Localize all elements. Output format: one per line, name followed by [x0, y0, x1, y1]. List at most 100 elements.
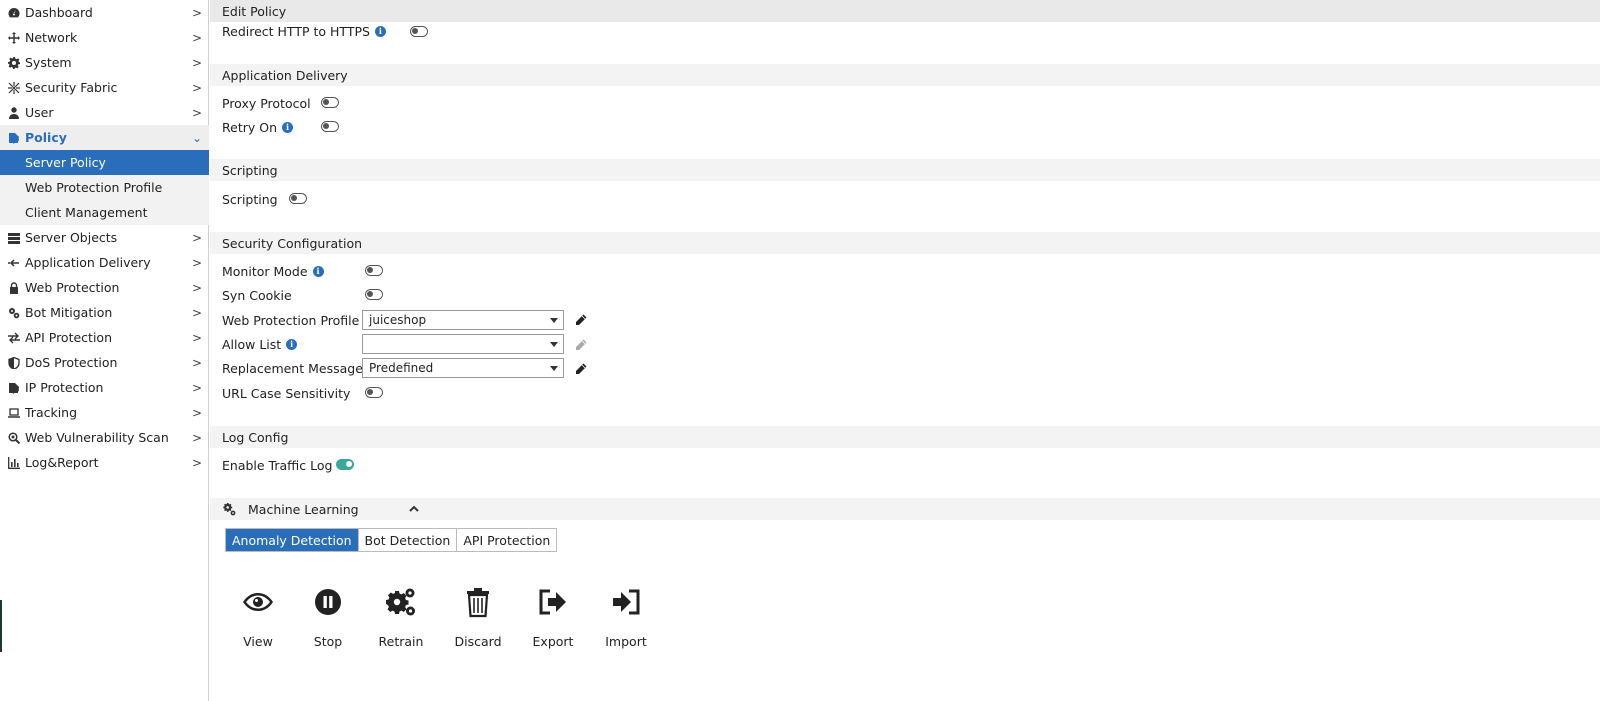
sidebar-item-label: API Protection — [25, 330, 112, 345]
application-delivery-icon — [7, 256, 21, 270]
allow-list-row: Allow List i — [222, 334, 298, 354]
edit-pencil-icon[interactable] — [575, 363, 587, 375]
chevron-right-icon: > — [191, 405, 203, 420]
sidebar-item-web-vulnerability-scan[interactable]: Web Vulnerability Scan > — [0, 425, 209, 450]
gears-icon — [386, 588, 415, 616]
sidebar-item-log-report[interactable]: Log&Report > — [0, 450, 209, 475]
sidebar-item-tracking[interactable]: Tracking > — [0, 400, 209, 425]
sidebar-subitem-client-management[interactable]: Client Management — [0, 200, 209, 225]
view-button[interactable]: View — [228, 586, 288, 652]
chevron-down-icon: ⌄ — [191, 130, 203, 145]
sidebar-item-system[interactable]: System > — [0, 50, 209, 75]
edit-pencil-icon[interactable] — [575, 314, 587, 326]
section-header-log-config: Log Config — [210, 426, 1600, 448]
scan-icon — [7, 431, 21, 445]
allow-list-select[interactable] — [362, 334, 564, 354]
discard-button[interactable]: Discard — [448, 586, 508, 652]
section-title: Scripting — [222, 162, 278, 178]
syn-cookie-toggle[interactable] — [365, 289, 383, 300]
sidebar-item-policy[interactable]: Policy ⌄ — [0, 125, 209, 150]
sidebar-item-label: Application Delivery — [25, 255, 151, 270]
chevron-right-icon: > — [191, 230, 203, 245]
sidebar-item-label: Log&Report — [25, 455, 99, 470]
network-icon — [7, 31, 21, 45]
api-protection-icon — [7, 331, 21, 345]
scripting-toggle[interactable] — [289, 193, 307, 204]
sidebar-item-bot-mitigation[interactable]: Bot Mitigation > — [0, 300, 209, 325]
retry-on-toggle[interactable] — [321, 121, 339, 132]
sidebar-item-dashboard[interactable]: Dashboard > — [0, 0, 209, 25]
select-value: Predefined — [369, 361, 434, 375]
enable-traffic-log-row: Enable Traffic Log — [222, 455, 332, 475]
sidebar-item-label: DoS Protection — [25, 355, 118, 370]
info-icon[interactable]: i — [374, 25, 386, 37]
action-label: Export — [532, 634, 574, 649]
import-icon — [613, 589, 640, 615]
sidebar-item-user[interactable]: User > — [0, 100, 209, 125]
import-button[interactable]: Import — [596, 586, 656, 652]
policy-icon — [7, 131, 21, 145]
ip-protection-icon — [7, 381, 21, 395]
sidebar-item-label: Network — [25, 30, 78, 45]
info-icon[interactable]: i — [312, 265, 324, 277]
sidebar-item-ip-protection[interactable]: IP Protection > — [0, 375, 209, 400]
section-header-security-configuration: Security Configuration — [210, 232, 1600, 254]
url-case-toggle[interactable] — [365, 387, 383, 398]
sidebar-item-application-delivery[interactable]: Application Delivery > — [0, 250, 209, 275]
monitor-mode-row: Monitor Mode i — [222, 261, 324, 281]
section-header-application-delivery: Application Delivery — [210, 64, 1600, 86]
retrain-button[interactable]: Retrain — [371, 586, 431, 652]
sidebar-item-dos-protection[interactable]: DoS Protection > — [0, 350, 209, 375]
syn-cookie-label: Syn Cookie — [222, 287, 292, 303]
replacement-message-select[interactable]: Predefined — [362, 358, 564, 378]
dashboard-icon — [7, 6, 21, 20]
sidebar-item-label: System — [25, 55, 72, 70]
sidebar-item-web-protection[interactable]: Web Protection > — [0, 275, 209, 300]
action-label: View — [243, 634, 273, 649]
info-icon[interactable]: i — [282, 121, 293, 133]
sidebar-item-label: IP Protection — [25, 380, 104, 395]
sidebar-subitem-web-protection-profile[interactable]: Web Protection Profile — [0, 175, 209, 200]
section-title: Security Configuration — [222, 235, 363, 251]
chevron-up-icon[interactable] — [408, 503, 420, 515]
section-header-edit-policy: Edit Policy — [210, 0, 1600, 22]
sidebar-item-security-fabric[interactable]: Security Fabric > — [0, 75, 209, 100]
chevron-right-icon: > — [191, 380, 203, 395]
web-protection-profile-label: Web Protection Profile — [222, 312, 360, 328]
redirect-http-row: Redirect HTTP to HTTPS i — [222, 21, 386, 41]
sidebar-item-network[interactable]: Network > — [0, 25, 209, 50]
tab-anomaly-detection[interactable]: Anomaly Detection — [226, 529, 359, 551]
caret-down-icon — [550, 365, 558, 371]
sidebar-item-api-protection[interactable]: API Protection > — [0, 325, 209, 350]
tab-label: Bot Detection — [364, 532, 451, 548]
url-case-label: URL Case Sensitivity — [222, 385, 351, 401]
tab-api-protection[interactable]: API Protection — [457, 529, 557, 551]
proxy-protocol-toggle[interactable] — [321, 97, 339, 108]
export-icon — [539, 589, 566, 615]
chevron-right-icon: > — [191, 330, 203, 345]
section-header-scripting: Scripting — [210, 159, 1600, 181]
sidebar-subitem-server-policy[interactable]: Server Policy — [0, 150, 209, 175]
chevron-right-icon: > — [191, 355, 203, 370]
redirect-http-toggle[interactable] — [410, 26, 428, 37]
tab-label: Anomaly Detection — [232, 532, 352, 548]
url-case-row: URL Case Sensitivity — [222, 383, 350, 403]
replacement-message-row: Replacement Message — [222, 358, 363, 378]
enable-traffic-log-toggle[interactable] — [336, 459, 354, 470]
chevron-right-icon: > — [191, 5, 203, 20]
chevron-right-icon: > — [191, 80, 203, 95]
sidebar-item-label: Dashboard — [25, 5, 93, 20]
stop-button[interactable]: Stop — [298, 586, 358, 652]
export-button[interactable]: Export — [523, 586, 583, 652]
section-title: Machine Learning — [248, 501, 359, 517]
sidebar-item-label: Web Protection — [25, 280, 120, 295]
monitor-mode-toggle[interactable] — [365, 265, 383, 276]
info-icon[interactable]: i — [286, 338, 298, 350]
tab-bot-detection[interactable]: Bot Detection — [358, 529, 458, 551]
eye-icon — [243, 593, 273, 611]
section-title: Application Delivery — [222, 67, 348, 83]
pause-icon — [315, 589, 341, 615]
web-protection-profile-select[interactable]: juiceshop — [362, 310, 564, 330]
sidebar-item-server-objects[interactable]: Server Objects > — [0, 225, 209, 250]
caret-down-icon — [550, 341, 558, 347]
